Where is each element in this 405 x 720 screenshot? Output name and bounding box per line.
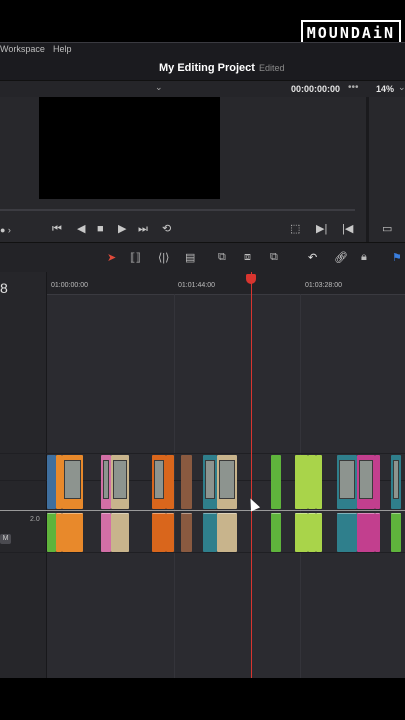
video-clip[interactable] xyxy=(152,455,166,509)
audio-clip[interactable] xyxy=(295,513,308,552)
video-clip[interactable] xyxy=(101,455,111,509)
audio-clip[interactable] xyxy=(166,513,174,552)
blade-tool-icon[interactable]: ▤ xyxy=(185,251,195,264)
jog-indicator[interactable]: ● › xyxy=(0,224,11,236)
video-clip[interactable] xyxy=(62,455,83,509)
video-clip[interactable] xyxy=(111,455,129,509)
audio-clip[interactable] xyxy=(316,513,322,552)
audio-clip[interactable] xyxy=(308,513,316,552)
video-clip[interactable] xyxy=(203,455,217,509)
snapping-icon[interactable]: ↶ xyxy=(308,251,317,264)
menu-bar: Workspace Help xyxy=(0,42,405,57)
bottom-black-bar xyxy=(0,678,405,720)
link-icon[interactable]: 🔗︎ xyxy=(334,251,348,264)
viewer-panel: ● › ⏮ ◀ ■ ▶ ⏭ ⟲ ⬚ ▶| |◀ ▭ xyxy=(0,97,405,242)
viewer-timecode: 00:00:00:00 xyxy=(291,84,341,94)
zoom-level[interactable]: 14% xyxy=(376,84,394,94)
clip-thumbnail xyxy=(359,460,373,499)
audio-clip[interactable] xyxy=(203,513,217,552)
top-black-bar: MOUNDAiN xyxy=(0,0,405,46)
panel-divider[interactable] xyxy=(366,97,369,242)
first-frame-button[interactable]: ⏮ xyxy=(52,223,62,235)
timeline-toolbar: ➤ ⟦⟧ ⟨|⟩ ▤ ⧉ ⧈ ⧉ ↶ 🔗︎ 🔒︎ ⚑ xyxy=(0,242,405,273)
video-clip[interactable] xyxy=(166,455,174,509)
audio-clip[interactable] xyxy=(62,513,83,552)
preview-screen xyxy=(39,97,220,199)
view-options-icon[interactable]: ▭ xyxy=(382,223,392,235)
replace-clip-icon[interactable]: ⧉ xyxy=(270,251,278,264)
clip-thumbnail xyxy=(393,460,399,499)
video-audio-divider[interactable] xyxy=(0,510,405,511)
menu-workspace[interactable]: Workspace xyxy=(0,44,45,54)
video-clip[interactable] xyxy=(181,455,192,509)
more-options-icon[interactable]: ••• xyxy=(348,82,359,93)
audio-level: 2.0 xyxy=(30,516,40,523)
dynamic-trim-icon[interactable]: ⟨|⟩ xyxy=(158,251,169,264)
track-divider xyxy=(0,453,405,454)
play-reverse-button[interactable]: ◀ xyxy=(77,223,85,235)
trim-tool-icon[interactable]: ⟦⟧ xyxy=(130,251,141,264)
audio-clip[interactable] xyxy=(111,513,129,552)
clip-thumbnail xyxy=(154,460,164,499)
video-clip[interactable] xyxy=(308,455,316,509)
chevron-down-icon[interactable]: ⌄ xyxy=(155,82,163,93)
audio-clip[interactable] xyxy=(375,513,380,552)
clip-thumbnail xyxy=(339,460,355,499)
ruler-label: 01:00:00:00 xyxy=(51,282,88,289)
video-clip[interactable] xyxy=(375,455,380,509)
audio-clip[interactable] xyxy=(101,513,111,552)
match-frame-icon[interactable]: ⬚ xyxy=(290,223,300,235)
video-clip[interactable] xyxy=(217,455,237,509)
playhead-handle[interactable] xyxy=(246,274,256,284)
viewer-scrub-bar[interactable] xyxy=(0,209,355,211)
flag-icon[interactable]: ⚑ xyxy=(392,251,402,264)
stop-button[interactable]: ■ xyxy=(97,223,104,235)
insert-clip-icon[interactable]: ⧉ xyxy=(218,251,226,264)
audio-clip[interactable] xyxy=(217,513,237,552)
audio-clip[interactable] xyxy=(181,513,192,552)
menu-help[interactable]: Help xyxy=(53,44,72,54)
title-bar: My Editing Project Edited xyxy=(0,57,405,80)
clip-thumbnail xyxy=(219,460,235,499)
overwrite-clip-icon[interactable]: ⧈ xyxy=(244,251,251,264)
audio-clip[interactable] xyxy=(47,513,56,552)
next-edit-icon[interactable]: ▶| xyxy=(316,223,327,235)
video-clip[interactable] xyxy=(391,455,401,509)
playhead[interactable] xyxy=(251,272,252,678)
audio-clip[interactable] xyxy=(357,513,375,552)
clip-thumbnail xyxy=(205,460,215,499)
ruler-label: 01:01:44:00 xyxy=(178,282,215,289)
timeline-ruler[interactable]: 01:00:00:00 01:01:44:00 01:03:28:00 xyxy=(47,272,405,295)
timeline-timecode: 8 xyxy=(0,280,8,296)
video-clip[interactable] xyxy=(271,455,281,509)
audio-clip[interactable] xyxy=(152,513,166,552)
clip-thumbnail xyxy=(103,460,109,499)
track-headers: 8 2.0 M xyxy=(0,272,47,678)
play-button[interactable]: ▶ xyxy=(118,223,126,235)
video-clip[interactable] xyxy=(47,455,56,509)
selection-tool-icon[interactable]: ➤ xyxy=(107,251,116,264)
ruler-label: 01:03:28:00 xyxy=(305,282,342,289)
video-clip[interactable] xyxy=(316,455,322,509)
audio-clip[interactable] xyxy=(391,513,401,552)
lock-icon[interactable]: 🔒︎ xyxy=(361,251,367,264)
audio-clip[interactable] xyxy=(337,513,357,552)
zoom-chevron-icon[interactable]: ⌄ xyxy=(398,82,405,93)
timeline-panel: 8 2.0 M 01:00:00:00 01:01:44:00 01:03:28… xyxy=(0,272,405,678)
video-clip[interactable] xyxy=(357,455,375,509)
audio-clip[interactable] xyxy=(271,513,281,552)
track-divider xyxy=(0,552,405,553)
clip-thumbnail xyxy=(113,460,127,499)
last-frame-button[interactable]: ⏭ xyxy=(138,223,148,235)
project-title: My Editing Project xyxy=(159,62,255,74)
grid-line xyxy=(174,294,175,678)
clip-thumbnail xyxy=(64,460,81,499)
video-clip[interactable] xyxy=(337,455,357,509)
video-clip[interactable] xyxy=(295,455,308,509)
project-status: Edited xyxy=(259,63,285,73)
prev-edit-icon[interactable]: |◀ xyxy=(342,223,353,235)
loop-button[interactable]: ⟲ xyxy=(162,223,171,235)
mute-button[interactable]: M xyxy=(0,534,11,544)
